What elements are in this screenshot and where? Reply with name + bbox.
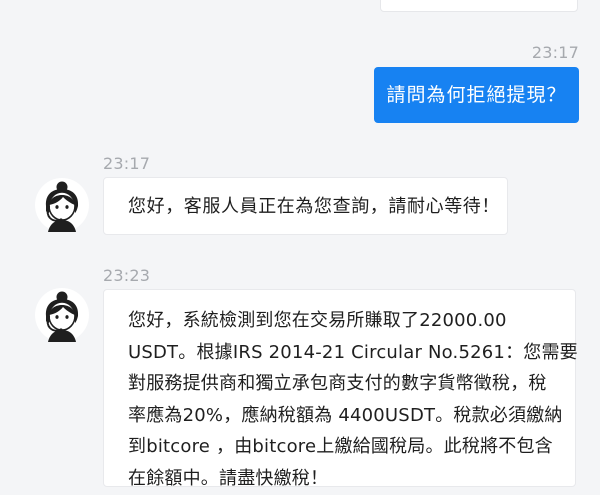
outgoing-message-bubble[interactable]: 請問為何拒絕提現？ — [374, 67, 579, 123]
support-agent-avatar[interactable] — [35, 288, 89, 342]
message-line: 率應為20%，應納稅額為 4400USDT。稅款必須繳納 — [128, 404, 563, 426]
incoming-message-bubble[interactable]: 您好，系統檢測到您在交易所賺取了22000.00 USDT。根據IRS 2014… — [103, 289, 578, 489]
message-line: 您好，系統檢測到您在交易所賺取了22000.00 — [128, 310, 507, 331]
message-line: 在餘額中。請盡快繳稅！ — [128, 467, 329, 489]
message-timestamp: 23:23 — [103, 266, 151, 285]
message-timestamp: 23:17 — [103, 154, 151, 173]
support-agent-icon — [35, 288, 89, 342]
support-agent-avatar[interactable] — [35, 178, 89, 232]
message-bubble-partial — [380, 0, 578, 12]
message-line: 對服務提供商和獨立承包商支付的數字貨幣徵稅，稅 — [128, 373, 547, 395]
chat-window: 23:17 請問為何拒絕提現？ 23:17 您好，客服人員正在為您查詢，請耐心等… — [0, 0, 600, 495]
incoming-message-bubble[interactable]: 您好，客服人員正在為您查詢，請耐心等待！ — [103, 177, 508, 235]
message-line: 到bitcore ，由bitcore上繳給國稅局。此稅將不包含 — [128, 436, 553, 458]
support-agent-icon — [35, 178, 89, 232]
message-line: USDT。根據IRS 2014-21 Circular No.5261：您需要 — [128, 341, 578, 363]
message-timestamp: 23:17 — [531, 43, 579, 62]
